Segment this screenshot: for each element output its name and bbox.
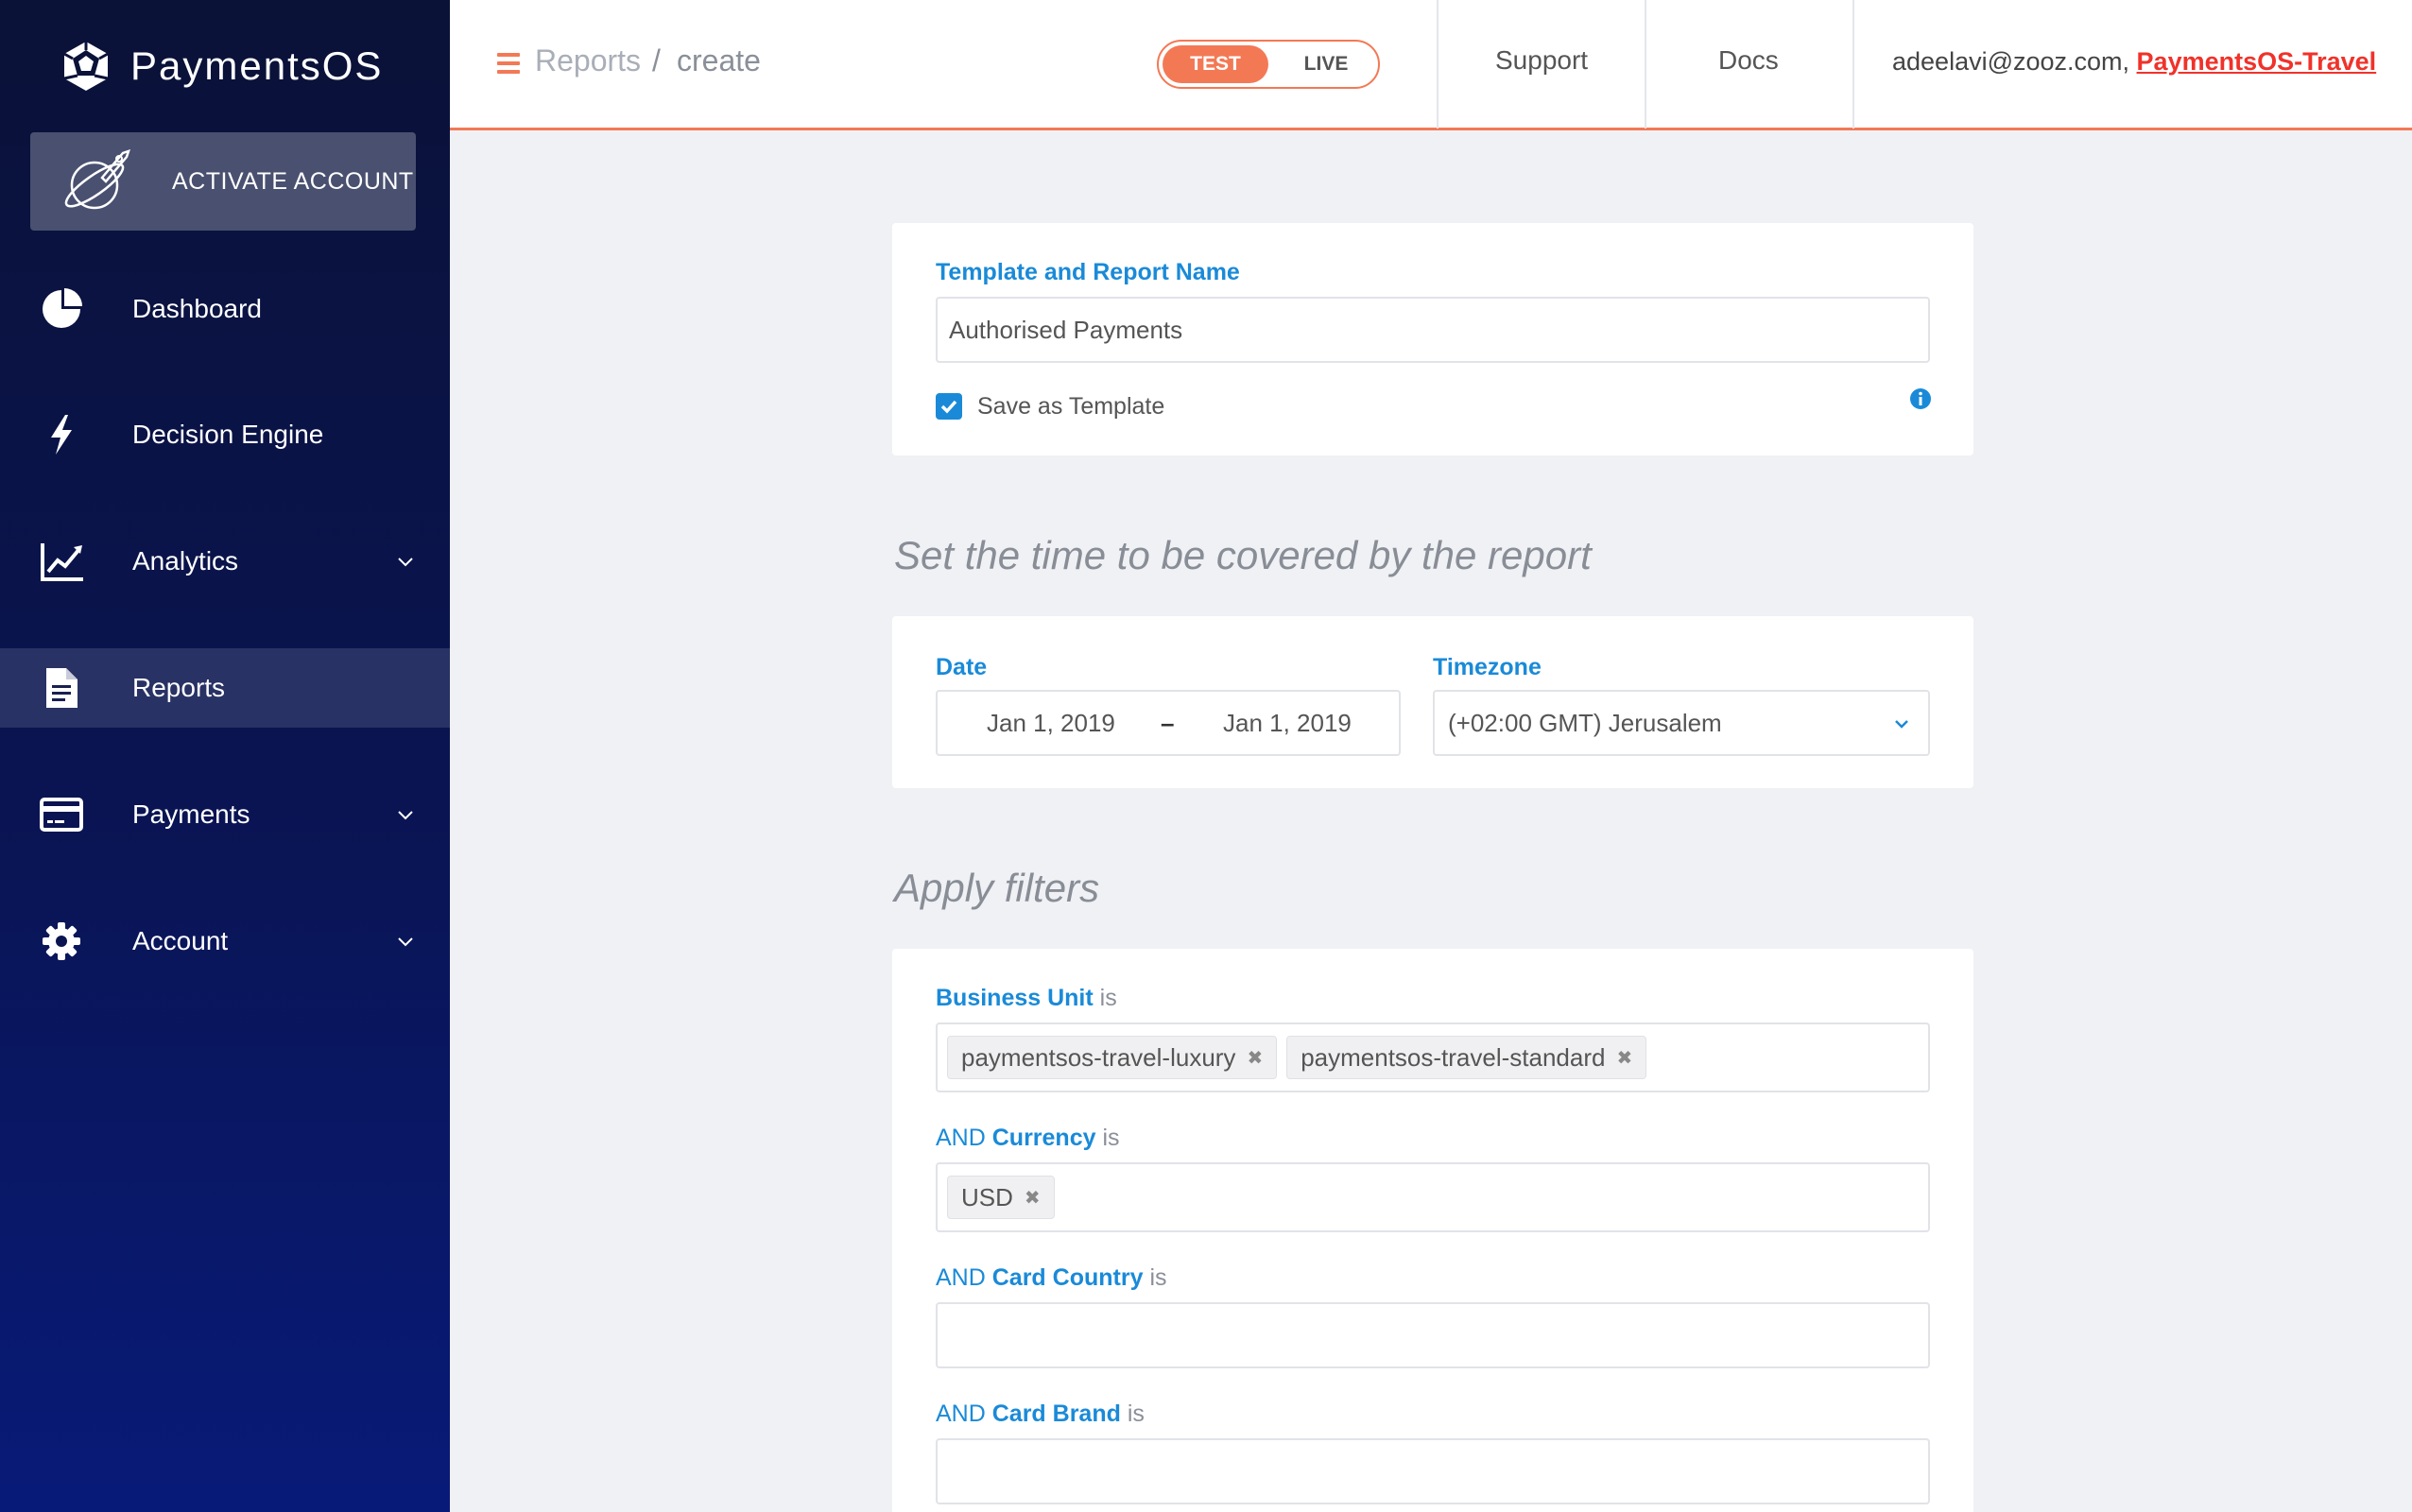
currency-field: Currency	[991, 1125, 1096, 1151]
activate-account-button[interactable]: ACTIVATE ACCOUNT	[30, 132, 416, 231]
sidebar-item-payments[interactable]: Payments	[0, 775, 450, 854]
menu-toggle-icon[interactable]	[497, 53, 520, 74]
paymentsos-logo-icon	[63, 42, 109, 91]
sidebar-item-label: Payments	[132, 799, 250, 829]
business-unit-filter-label: Business Unit is	[936, 985, 1117, 1012]
card-brand-filter-label: AND Card Brand is	[936, 1400, 1145, 1428]
sidebar-item-reports[interactable]: Reports	[0, 648, 450, 728]
chevron-down-icon	[398, 558, 413, 567]
remove-chip-icon[interactable]: ✖	[1247, 1046, 1263, 1070]
rocket-planet-icon	[64, 149, 130, 210]
time-range-card: Date Jan 1, 2019 – Jan 1, 2019 Timezone …	[892, 616, 1973, 788]
business-unit-field: Business Unit	[936, 985, 1094, 1011]
operator-and: AND	[936, 1400, 986, 1427]
organization-link[interactable]: PaymentsOS-Travel	[2137, 47, 2377, 76]
operator-is: is	[1102, 1125, 1120, 1151]
sidebar-item-analytics[interactable]: Analytics	[0, 522, 450, 601]
card-country-filter-label: AND Card Country is	[936, 1264, 1167, 1292]
support-link[interactable]: Support	[1495, 45, 1588, 76]
divider	[1645, 0, 1646, 129]
document-icon	[38, 664, 85, 712]
date-label: Date	[936, 654, 988, 680]
sidebar-item-label: Reports	[132, 673, 226, 702]
time-section-heading: Set the time to be covered by the report	[894, 533, 1592, 577]
credit-card-icon	[38, 791, 85, 838]
sidebar-item-label: Decision Engine	[132, 420, 324, 449]
remove-chip-icon[interactable]: ✖	[1025, 1186, 1041, 1210]
breadcrumb-separator: /	[652, 43, 661, 77]
operator-is: is	[1127, 1400, 1145, 1427]
chip-label: USD	[961, 1182, 1013, 1211]
save-template-label: Save as Template	[977, 393, 1165, 420]
remove-chip-icon[interactable]: ✖	[1616, 1046, 1632, 1070]
filters-section-heading: Apply filters	[894, 866, 1100, 910]
operator-is: is	[1149, 1264, 1167, 1291]
top-bar: Reports / create TEST LIVE Support Docs …	[450, 0, 2412, 130]
divider	[1852, 0, 1854, 129]
gear-icon	[38, 918, 85, 965]
currency-multiselect[interactable]: USD ✖	[936, 1162, 1930, 1232]
date-to[interactable]: Jan 1, 2019	[1223, 709, 1352, 738]
chevron-down-icon	[398, 811, 413, 820]
breadcrumb-current: create	[677, 43, 761, 77]
card-country-multiselect[interactable]	[936, 1302, 1930, 1368]
chevron-down-icon	[398, 937, 413, 947]
date-range-picker[interactable]: Jan 1, 2019 – Jan 1, 2019	[936, 690, 1401, 756]
report-name-value: Authorised Payments	[949, 315, 1183, 344]
business-unit-multiselect[interactable]: paymentsos-travel-luxury ✖ paymentsos-tr…	[936, 1022, 1930, 1092]
environment-toggle[interactable]: TEST LIVE	[1157, 40, 1380, 89]
user-email: adeelavi@zooz.com,	[1892, 47, 2130, 76]
chip-label: paymentsos-travel-luxury	[961, 1042, 1236, 1072]
sidebar-item-label: Analytics	[132, 546, 239, 576]
checkmark-icon	[940, 400, 957, 414]
report-name-input[interactable]: Authorised Payments	[936, 297, 1930, 363]
user-info: adeelavi@zooz.com, PaymentsOS-Travel	[1892, 47, 2376, 77]
date-from[interactable]: Jan 1, 2019	[987, 709, 1115, 738]
pie-chart-icon	[38, 285, 85, 333]
timezone-label: Timezone	[1433, 654, 1542, 680]
card-brand-multiselect[interactable]	[936, 1438, 1930, 1504]
filter-chip: USD ✖	[947, 1176, 1055, 1219]
date-separator: –	[1161, 708, 1175, 737]
sidebar: PaymentsOS ACTIVATE ACCOUNT Dashboard De…	[0, 0, 450, 1512]
chevron-down-icon	[1895, 720, 1908, 729]
env-test-option[interactable]: TEST	[1163, 45, 1268, 83]
card-brand-field: Card Brand	[991, 1400, 1121, 1427]
timezone-select[interactable]: (+02:00 GMT) Jerusalem	[1433, 690, 1930, 756]
currency-filter-label: AND Currency is	[936, 1125, 1120, 1152]
env-live-option[interactable]: LIVE	[1284, 45, 1369, 83]
line-chart-icon	[38, 538, 85, 585]
filter-chip: paymentsos-travel-luxury ✖	[947, 1036, 1278, 1079]
sidebar-item-label: Account	[132, 926, 229, 955]
breadcrumb-reports-link[interactable]: Reports	[535, 43, 641, 78]
brand-logo[interactable]: PaymentsOS	[59, 36, 383, 96]
docs-link[interactable]: Docs	[1718, 45, 1779, 76]
operator-and: AND	[936, 1264, 986, 1291]
info-icon[interactable]	[1909, 387, 1932, 410]
sidebar-item-dashboard[interactable]: Dashboard	[0, 269, 450, 349]
activate-account-label: ACTIVATE ACCOUNT	[172, 167, 414, 195]
operator-and: AND	[936, 1125, 986, 1151]
sidebar-item-decision-engine[interactable]: Decision Engine	[0, 395, 450, 474]
filters-card: Business Unit is paymentsos-travel-luxur…	[892, 949, 1973, 1512]
save-template-checkbox[interactable]	[936, 393, 962, 420]
timezone-value: (+02:00 GMT) Jerusalem	[1448, 708, 1722, 737]
sidebar-item-label: Dashboard	[132, 294, 262, 323]
chip-label: paymentsos-travel-standard	[1301, 1042, 1606, 1072]
report-name-card: Template and Report Name Authorised Paym…	[892, 223, 1973, 455]
divider	[1437, 0, 1439, 129]
report-name-label: Template and Report Name	[936, 259, 1240, 285]
brand-name: PaymentsOS	[130, 43, 384, 88]
card-country-field: Card Country	[991, 1264, 1144, 1291]
filter-chip: paymentsos-travel-standard ✖	[1286, 1036, 1647, 1079]
operator-is: is	[1099, 985, 1117, 1011]
lightning-icon	[38, 411, 85, 458]
sidebar-item-account[interactable]: Account	[0, 902, 450, 981]
